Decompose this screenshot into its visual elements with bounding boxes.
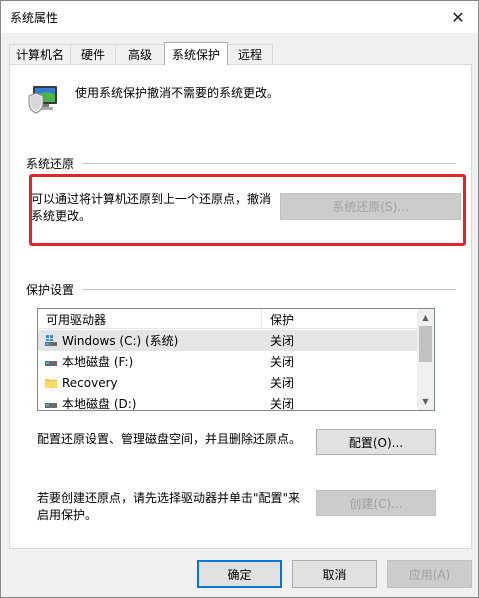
drive-name: 本地磁盘 (F:): [62, 355, 134, 369]
configure-button[interactable]: 配置(O)...: [316, 429, 436, 455]
title-bar[interactable]: 系统属性 ✕: [1, 1, 478, 33]
close-button[interactable]: ✕: [438, 1, 478, 33]
system-protection-panel: 使用系统保护撤消不需要的系统更改。 系统还原 可以通过将计算机还原到上一个还原点…: [9, 64, 472, 549]
scroll-up-icon[interactable]: ▲: [417, 309, 434, 326]
system-properties-window: 系统属性 ✕ 计算机名 硬件 高级 系统保护 远程 使用系统保护撤消不需要的系统…: [0, 0, 479, 598]
tab-remote[interactable]: 远程: [227, 44, 273, 64]
create-button[interactable]: 创建(C)...: [316, 490, 436, 516]
column-header-protection[interactable]: 保护: [262, 309, 418, 329]
ok-button[interactable]: 确定: [197, 560, 282, 588]
scroll-down-icon[interactable]: ▼: [417, 393, 434, 410]
cancel-button[interactable]: 取消: [292, 560, 377, 588]
restore-group-label: 系统还原: [26, 155, 456, 172]
close-icon: ✕: [451, 7, 465, 27]
drive-list-scrollbar[interactable]: ▲ ▼: [417, 309, 434, 410]
drive-name: Windows (C:) (系统): [62, 334, 179, 348]
apply-button[interactable]: 应用(A): [387, 560, 472, 588]
drive-row-c[interactable]: Windows (C:) (系统) 关闭: [38, 330, 418, 351]
drive-row-f[interactable]: 本地磁盘 (F:) 关闭: [38, 351, 418, 372]
tab-computer-name[interactable]: 计算机名: [9, 44, 71, 64]
drive-list[interactable]: 可用驱动器 保护 Windows (C:) (系统) 关闭 本地磁盘 (F:) …: [37, 308, 435, 411]
tab-hardware[interactable]: 硬件: [70, 44, 116, 64]
drive-protection-status: 关闭: [270, 334, 295, 348]
drive-protection-status: 关闭: [270, 355, 295, 369]
group-divider: [82, 289, 456, 290]
computer-shield-icon: [28, 86, 57, 114]
protection-group-label: 保护设置: [26, 281, 456, 298]
tab-system-protection[interactable]: 系统保护: [164, 42, 228, 65]
window-title: 系统属性: [10, 11, 59, 25]
restore-description: 可以通过将计算机还原到上一个还原点，撤消系统更改。: [31, 192, 272, 223]
tab-advanced[interactable]: 高级: [115, 44, 165, 64]
system-drive-icon: [45, 334, 57, 346]
drive-list-header: 可用驱动器 保护: [38, 309, 418, 329]
system-restore-button[interactable]: 系统还原(S)...: [280, 193, 461, 220]
drive-row-recovery[interactable]: Recovery 关闭: [38, 372, 418, 393]
drive-name: 本地磁盘 (D:): [62, 397, 137, 411]
drive-name: Recovery: [62, 375, 118, 390]
disk-drive-icon: [45, 360, 57, 366]
scroll-thumb[interactable]: [419, 326, 432, 362]
drive-protection-status: 关闭: [270, 376, 295, 390]
create-description: 若要创建还原点，请先选择驱动器并单击"配置"来启用保护。: [37, 491, 301, 522]
folder-icon: [45, 378, 57, 388]
column-header-drives[interactable]: 可用驱动器: [38, 309, 262, 329]
configure-description: 配置还原设置、管理磁盘空间，并且删除还原点。: [37, 432, 302, 446]
disk-drive-icon: [45, 402, 57, 408]
drive-row-d[interactable]: 本地磁盘 (D:) 关闭: [38, 393, 418, 411]
drive-protection-status: 关闭: [270, 397, 295, 411]
group-divider: [82, 163, 456, 164]
intro-text: 使用系统保护撤消不需要的系统更改。: [75, 86, 280, 100]
